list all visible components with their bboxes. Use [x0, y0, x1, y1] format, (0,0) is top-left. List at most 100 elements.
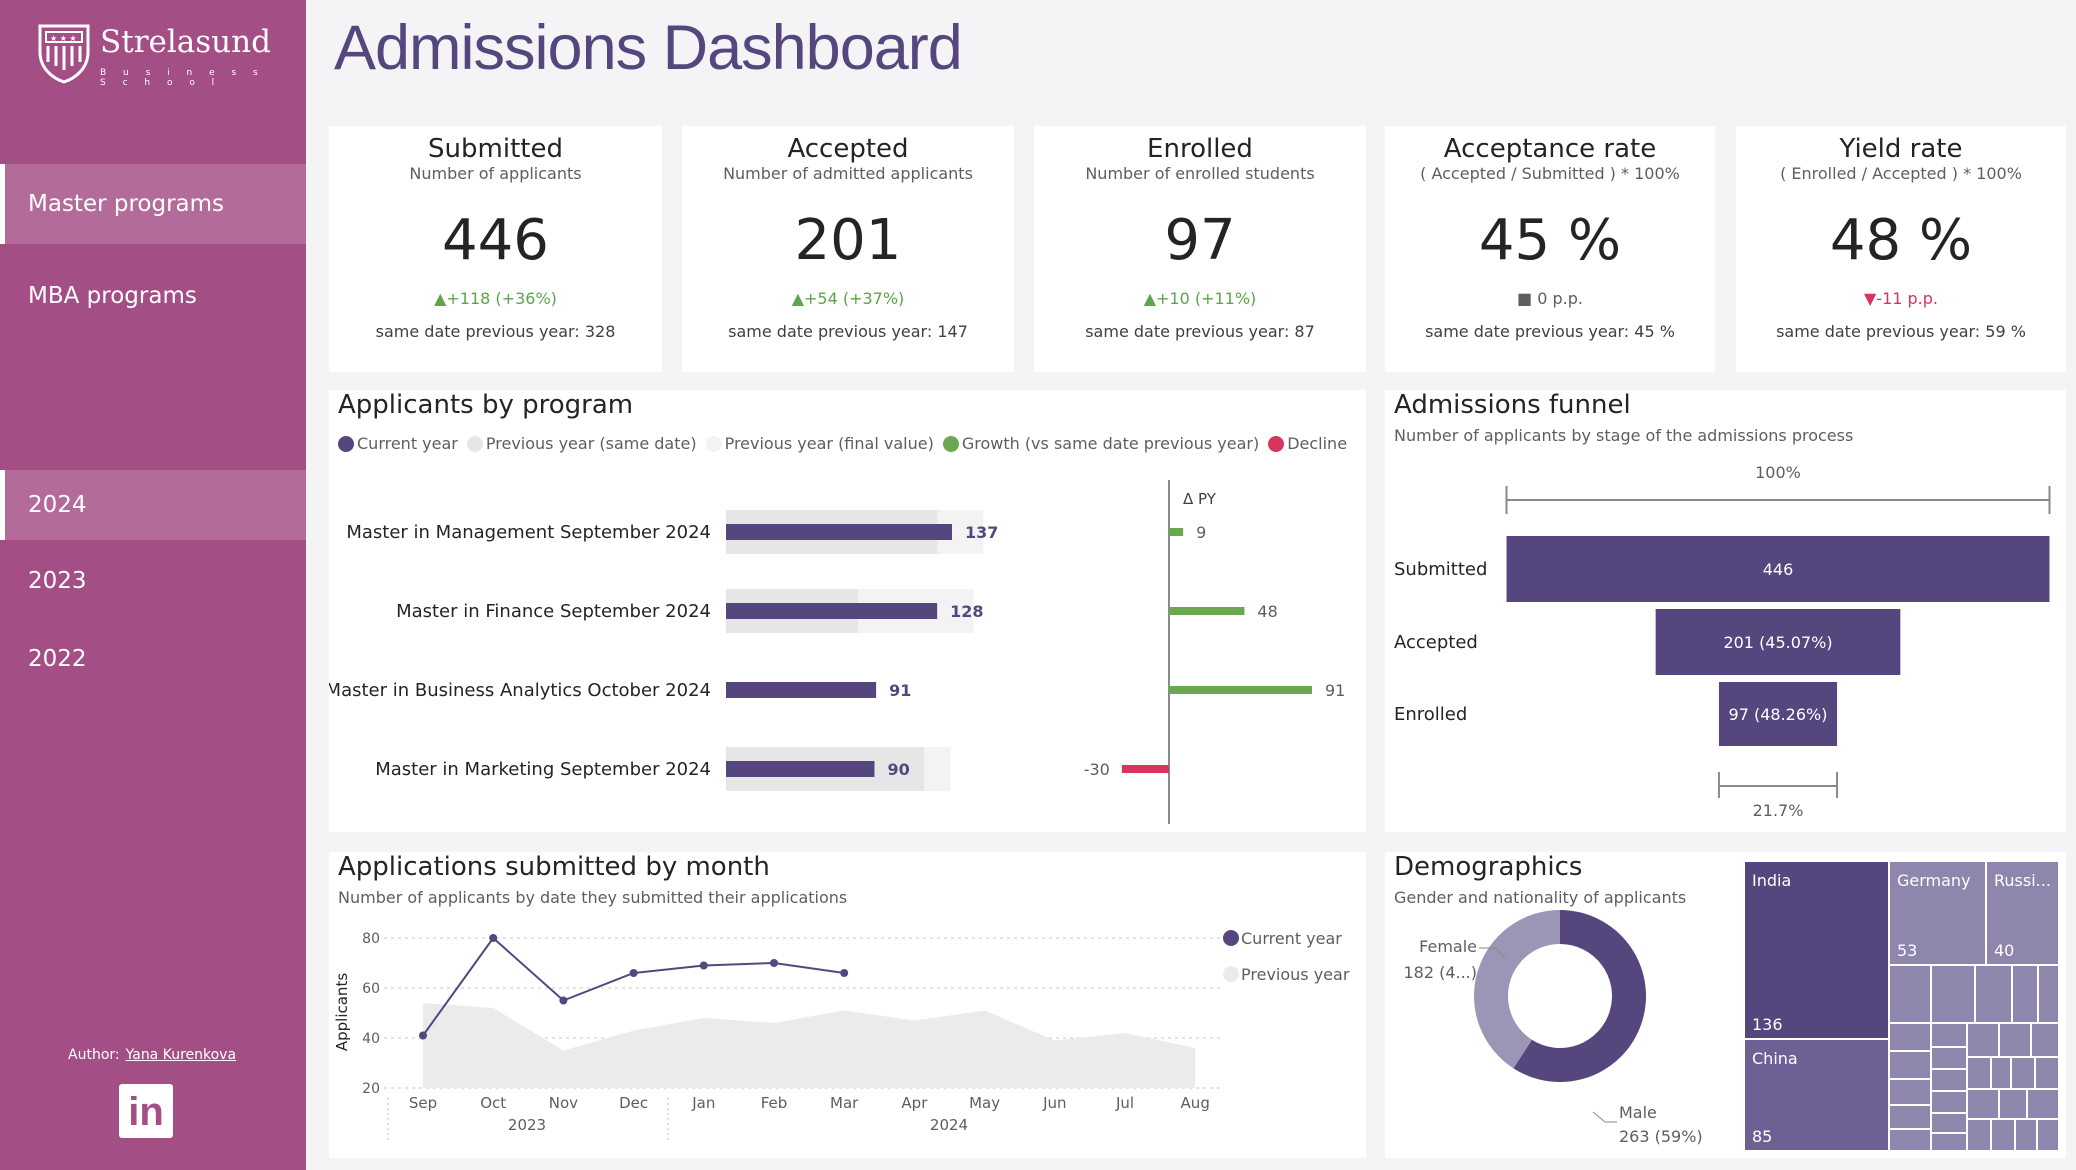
kpi-value: 48 %	[1829, 208, 1973, 273]
legend-label: Current year	[1241, 929, 1342, 948]
legend-dot	[1223, 966, 1239, 982]
kpi-previous: same date previous year: 87	[1085, 322, 1315, 341]
treemap-tile	[1890, 1106, 1930, 1128]
author-label: Author:	[68, 1047, 120, 1063]
applicants-by-program-panel: Applicants by program Current year Previ…	[329, 390, 1366, 832]
svg-text:★ ★ ★: ★ ★ ★	[50, 34, 77, 43]
kpi-previous: same date previous year: 45 %	[1425, 322, 1675, 341]
linkedin-icon[interactable]: in	[119, 1084, 173, 1138]
kpi-card-submitted: Submitted Number of applicants 446 ▲+118…	[329, 126, 662, 372]
kpi-delta: ■ 0 p.p.	[1517, 289, 1583, 308]
delta-value-label: 48	[1257, 602, 1277, 621]
nav-master-programs[interactable]: Master programs	[0, 164, 306, 244]
treemap-tile	[1992, 1120, 2014, 1150]
kpi-subtitle: Number of admitted applicants	[723, 164, 973, 183]
legend-label: Previous year	[1241, 965, 1350, 984]
y-axis-label: Applicants	[333, 973, 351, 1051]
kpi-title: Acceptance rate	[1443, 134, 1657, 164]
kpi-delta: ▲+10 (+11%)	[1143, 289, 1257, 308]
delta-bar-growth	[1169, 607, 1245, 615]
y-tick-label: 60	[362, 981, 380, 997]
program-label: Master in Business Analytics October 202…	[329, 680, 711, 701]
treemap-tile	[1932, 1070, 1966, 1090]
y-tick-label: 20	[362, 1081, 380, 1097]
data-point	[489, 934, 498, 942]
treemap-tile	[1968, 1024, 1998, 1056]
demographics-panel: Demographics Gender and nationality of a…	[1385, 852, 2066, 1158]
donut-value-male: 263 (59%)	[1619, 1127, 1703, 1146]
brand-logo: ★ ★ ★ Strelasund B u s i n e s s S c h o…	[36, 22, 271, 88]
treemap-tile-value: 53	[1897, 941, 1917, 960]
bar-current-year	[726, 682, 877, 698]
treemap-tile	[1968, 1120, 1990, 1150]
bar-current-year	[726, 603, 938, 619]
brand-name: Strelasund	[100, 24, 271, 60]
funnel-bar-label: 201 (45.07%)	[1723, 633, 1832, 652]
legend-dot	[1223, 930, 1239, 946]
kpi-title: Accepted	[787, 134, 909, 164]
treemap-tile-name: Germany	[1897, 871, 1971, 890]
kpi-value: 97	[1164, 208, 1236, 273]
program-bar-chart: Δ PY Master in Management September 2024 1…	[329, 480, 1345, 824]
x-year-label: 2024	[930, 1116, 968, 1134]
data-point	[699, 961, 708, 970]
treemap-tile	[1976, 966, 2011, 1022]
delta-axis-header: Δ PY	[1183, 490, 1217, 508]
data-point	[840, 969, 849, 977]
x-tick-label: Sep	[409, 1094, 437, 1112]
treemap-tile	[1890, 1130, 1930, 1150]
x-tick-label: Jul	[1115, 1094, 1134, 1112]
treemap-tile-value: 136	[1752, 1015, 1783, 1034]
funnel-bar-label: 97 (48.26%)	[1729, 705, 1828, 724]
bar-value-label: 128	[950, 602, 983, 621]
nav-year-2023[interactable]: 2023	[0, 548, 306, 614]
delta-bar-decline	[1121, 765, 1169, 773]
funnel-top-percentage: 100%	[1755, 463, 1801, 482]
bar-value-label: 137	[965, 523, 998, 542]
bar-current-year	[726, 761, 875, 777]
treemap-tile	[1932, 1114, 1966, 1132]
treemap-tile-value: 40	[1994, 941, 2014, 960]
x-tick-label: Mar	[830, 1094, 859, 1112]
kpi-card-enrolled: Enrolled Number of enrolled students 97 …	[1034, 126, 1366, 372]
program-label: Master in Management September 2024	[346, 522, 711, 543]
funnel-bottom-percentage: 21.7%	[1753, 801, 1804, 820]
treemap-tile	[1890, 1052, 1930, 1078]
author-link[interactable]: Yana Kurenkova	[126, 1047, 236, 1063]
treemap-tile	[1932, 1134, 1966, 1150]
funnel-stage-label: Enrolled	[1394, 704, 1467, 725]
y-tick-label: 40	[362, 1031, 380, 1047]
x-tick-label: Aug	[1181, 1094, 1210, 1112]
funnel-bar-label: 446	[1763, 560, 1794, 579]
x-tick-label: Oct	[480, 1094, 506, 1112]
donut-slice-female	[1474, 910, 1560, 1069]
bar-current-year	[726, 524, 952, 540]
treemap-tile	[1968, 1090, 1998, 1118]
series-area-previous-year	[423, 1003, 1196, 1088]
author-credit: Author: Yana Kurenkova	[68, 1047, 236, 1063]
delta-value-label: 9	[1196, 523, 1206, 542]
kpi-title: Yield rate	[1839, 134, 1963, 164]
bar-value-label: 90	[887, 760, 909, 779]
x-tick-label: Jun	[1042, 1094, 1066, 1112]
kpi-delta: ▲+118 (+36%)	[434, 289, 557, 308]
nav-year-2024[interactable]: 2024	[0, 470, 306, 540]
treemap-tile	[2036, 1058, 2058, 1088]
treemap-tile	[2000, 1024, 2030, 1056]
x-tick-label: Feb	[761, 1094, 788, 1112]
applications-by-month-panel: Applications submitted by month Number o…	[329, 852, 1366, 1158]
program-label: Master in Finance September 2024	[396, 601, 711, 622]
nav-year-2022[interactable]: 2022	[0, 626, 306, 692]
shield-logo-icon: ★ ★ ★	[38, 24, 90, 84]
treemap-tile-name: China	[1752, 1049, 1798, 1068]
delta-bar-growth	[1169, 686, 1312, 694]
treemap-tile	[1968, 1058, 1990, 1088]
kpi-value: 45 %	[1478, 208, 1622, 273]
kpi-card-yield-rate: Yield rate ( Enrolled / Accepted ) * 100…	[1736, 126, 2066, 372]
nav-mba-programs[interactable]: MBA programs	[0, 260, 306, 332]
treemap-tile	[2028, 1090, 2058, 1118]
treemap-tile	[2013, 966, 2037, 1022]
funnel-chart: 100% Submitted 446 Accepted 201 (45.07%) Enro…	[1394, 463, 2051, 820]
treemap-tile	[2039, 966, 2058, 1022]
x-tick-label: Jan	[691, 1094, 715, 1112]
